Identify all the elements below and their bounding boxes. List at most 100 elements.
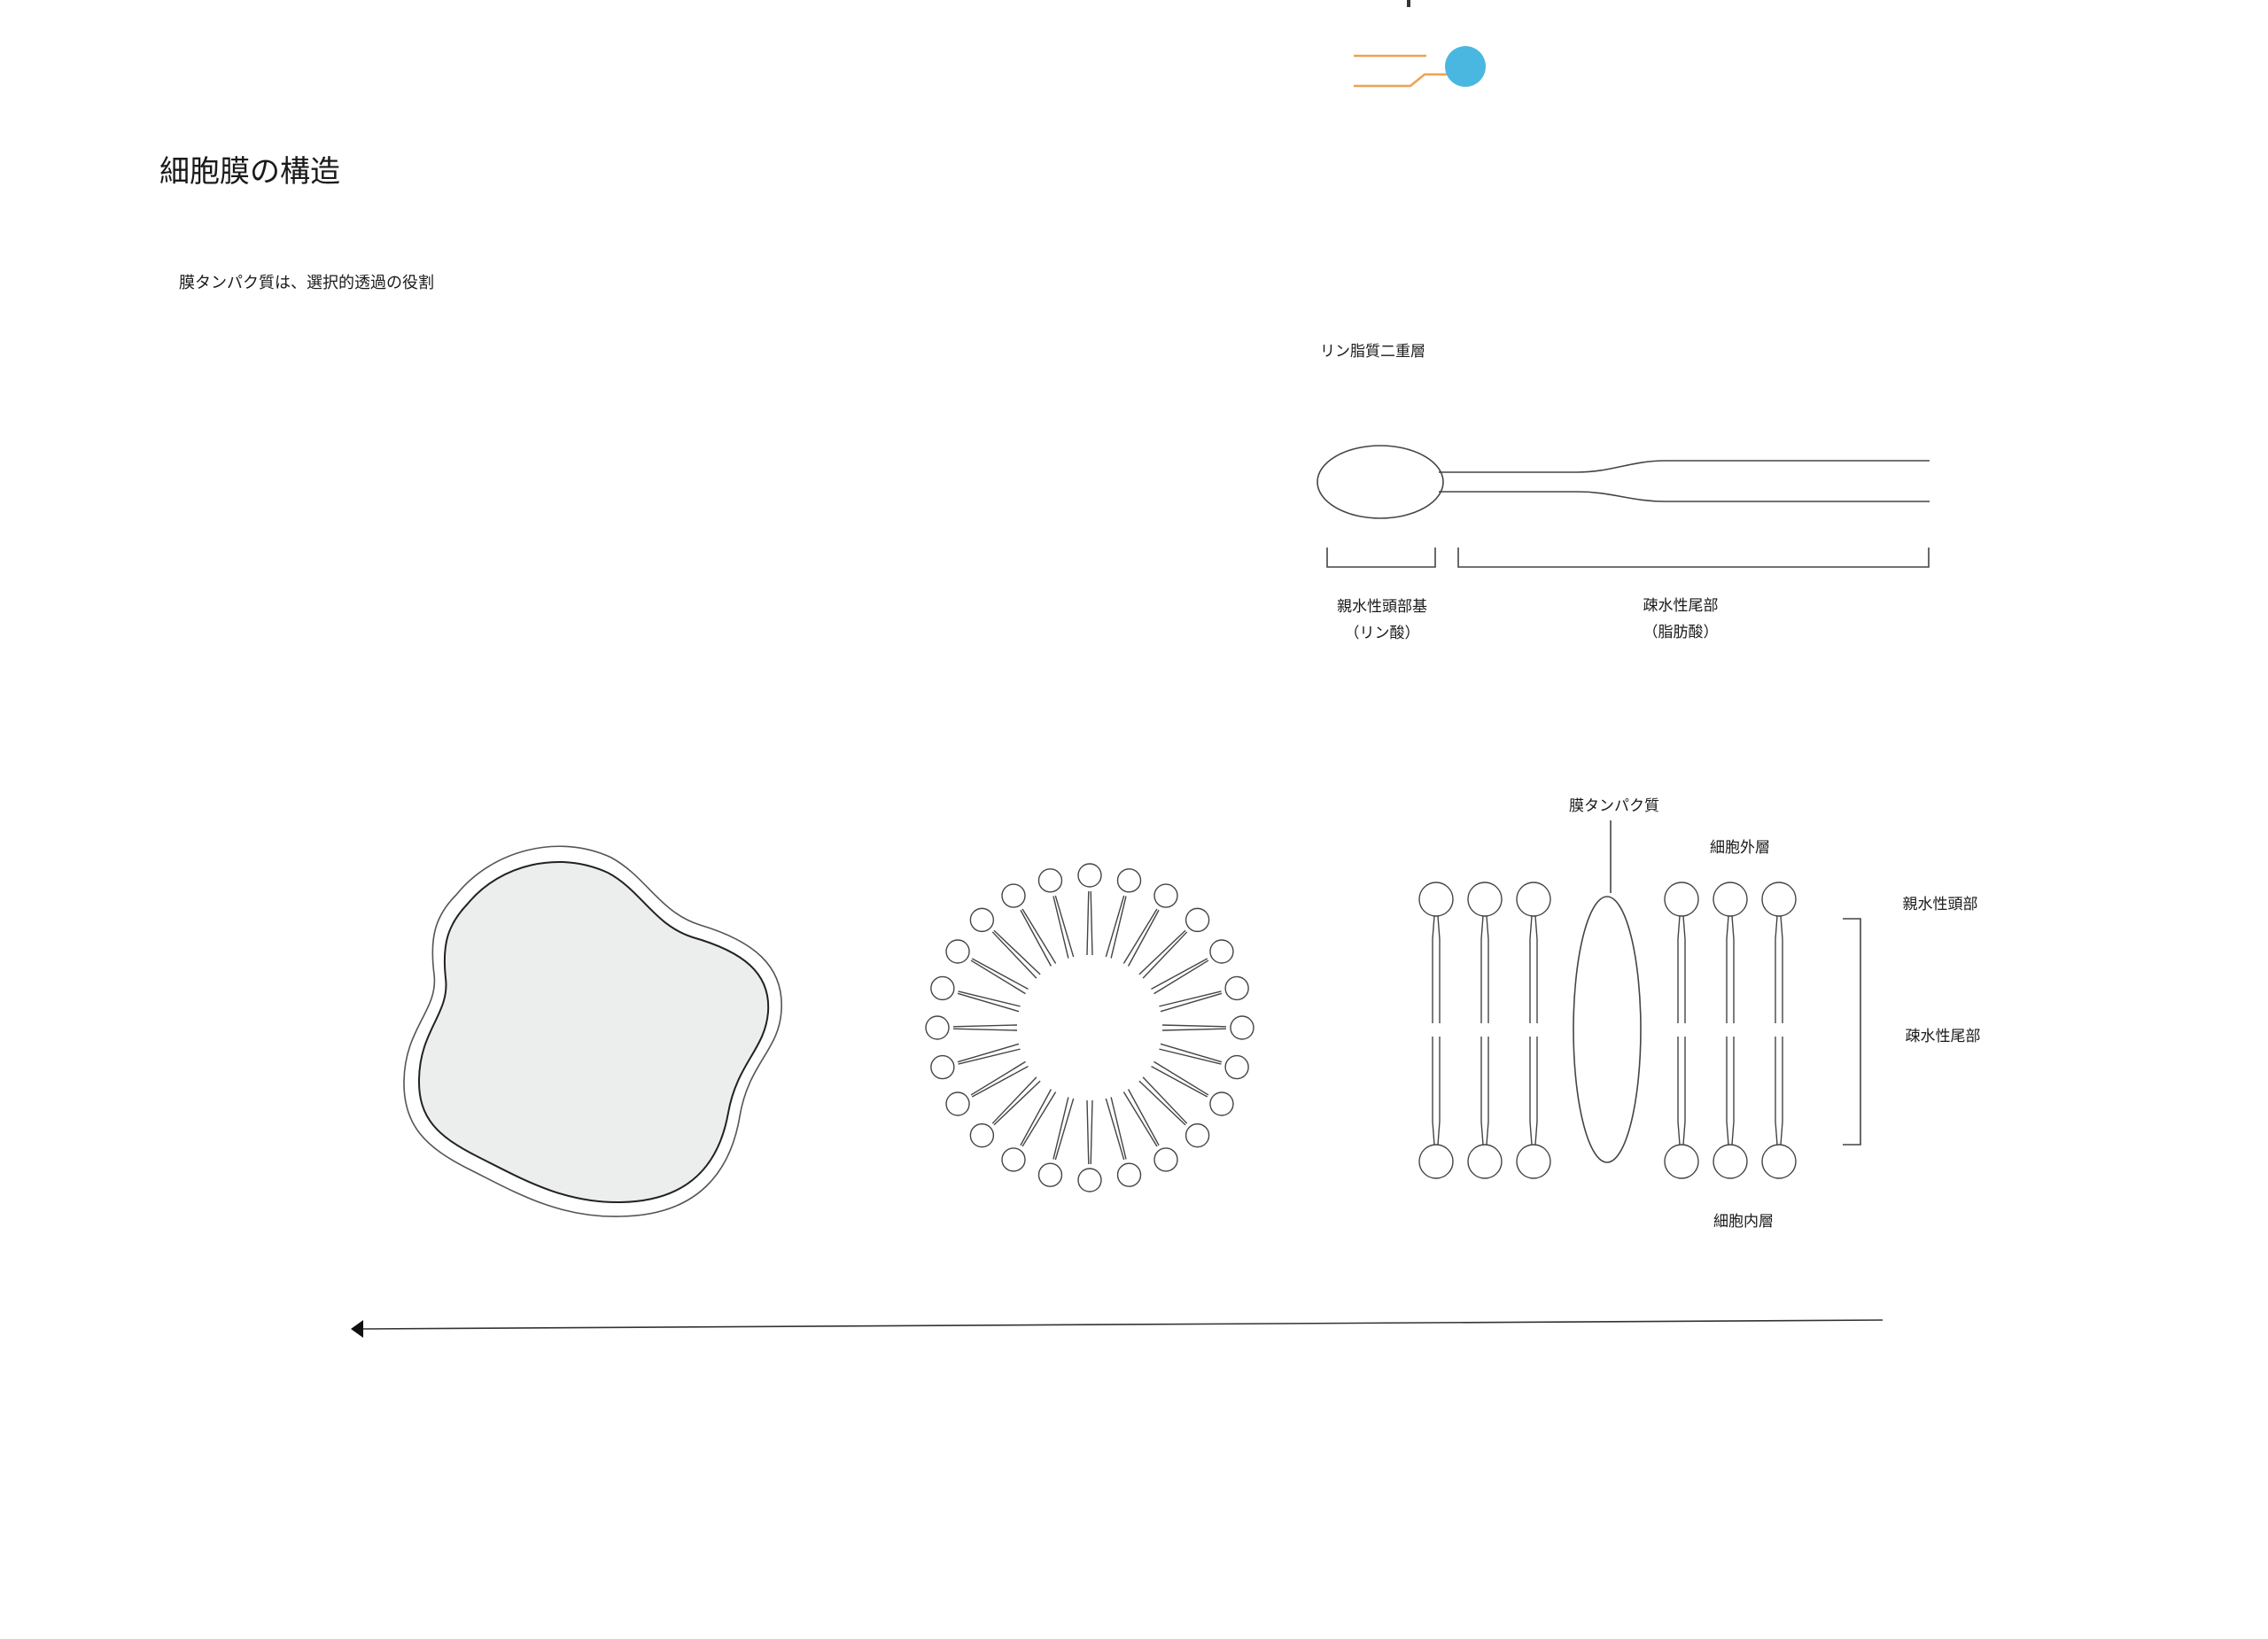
micelle-lipid-head [945,939,970,964]
micelle-lipid [1138,907,1210,979]
micelle-lipid [969,907,1041,979]
micelle-lipid-head [945,1091,970,1116]
micelle-lipid-tail [952,1028,1018,1031]
micelle-lipid-tail [958,1048,1021,1065]
micelle-lipid-tail [957,1043,1020,1063]
micelle-lipid-tail [1020,1089,1052,1146]
cell-inner-membrane [417,861,770,1204]
micelle-lipid-tail [1159,990,1222,1007]
bilayer-lipid-tail-top [1437,915,1441,1023]
bilayer-lipid-tail-top [1480,915,1484,1023]
micelle-lipid-head [1001,883,1026,908]
micelle-lipid-tail [1161,1028,1227,1031]
bilayer-lipid-tail-bottom [1726,1037,1729,1146]
micelle-lipid-tail [1153,1060,1209,1096]
bilayer-lipid-tail-bottom [1731,1037,1735,1146]
micelle-lipid-tail [1052,1097,1069,1160]
micelle-lipid-tail [1138,929,1186,975]
arrow-head [351,1320,363,1338]
micelle-lipid-head [1224,1054,1249,1080]
accent-decoration [1354,0,1486,88]
micelle-lipid-tail [1153,959,1209,995]
micelle-lipid-head [1153,883,1178,908]
bilayer-lipid-tail-bottom [1437,1037,1441,1146]
micelle-lipid-tail [1090,1099,1093,1165]
bilayer-lipid-pair [1761,882,1797,1179]
accent-dot [1445,46,1486,87]
bilayer-lipid-tail-top [1529,915,1533,1023]
micelle-lipid [1151,1060,1234,1116]
micelle-lipid [1161,1015,1254,1040]
micelle-lipid-tail [1160,1043,1223,1063]
micelle-lipid-tail [958,990,1021,1007]
micelle-lipid-tail [971,1065,1029,1098]
bilayer-lipid-tail-bottom [1780,1037,1783,1146]
bilayer-lipid-tail-top [1775,915,1778,1023]
micelle-lipid-tail [1086,1099,1090,1165]
bilayer-lipid-head-bottom [1664,1144,1699,1179]
micelle-lipid-head [1037,1162,1063,1187]
bilayer-lipid-head-bottom [1713,1144,1748,1179]
micelle-lipid-tail [1151,958,1208,990]
micelle-lipid-tail [1122,1091,1158,1147]
diagram-canvas [351,0,1930,1338]
micelle-lipid-head [930,975,955,1001]
micelle-lipid-tail [1020,909,1052,967]
micelle-lipid-head [930,1054,955,1080]
micelle-lipid [945,1060,1029,1116]
micelle-lipid-tail [1127,909,1160,967]
micelle-lipid-tail [1122,908,1158,964]
arrow-shaft [362,1319,1884,1330]
direction-arrow [351,1319,1884,1338]
micelle-lipid-tail [1105,895,1125,958]
micelle-lipid-tail [1110,896,1127,959]
micelle-lipid-tail [1159,1048,1222,1065]
micelle-illustration [925,863,1254,1192]
bilayer-lipid-tail-top [1731,915,1735,1023]
phospholipid-head [1317,445,1444,519]
bilayer-lipid-head-top [1516,882,1551,917]
micelle-lipid-tail [1142,1076,1188,1124]
bilayer-lipid-tail-top [1486,915,1489,1023]
micelle-lipid-tail [1127,1089,1160,1146]
micelle-lipid-tail [1105,1098,1125,1161]
lipid-bilayer-illustration [1418,882,1797,1179]
cell-illustration [403,845,782,1217]
bilayer-lipid-tail-bottom [1775,1037,1778,1146]
micelle-lipid-tail [1052,896,1069,959]
phospholipid-tail-upper [1439,460,1930,473]
micelle-lipid [925,1015,1018,1040]
micelle-lipid-tail [1110,1097,1127,1160]
micelle-lipid-head [1116,868,1142,893]
micelle-lipid-head [1153,1147,1178,1172]
bilayer-lipid-head-top [1761,882,1797,917]
micelle-lipid-head [1037,868,1063,893]
micelle-lipid-tail [970,1060,1026,1096]
micelle-lipid-head [1116,1162,1142,1187]
micelle-lipid-head [1209,939,1234,964]
bilayer-lipid-tail-top [1534,915,1538,1023]
bilayer-lipid-head-bottom [1516,1144,1551,1179]
bilayer-lipid-head-bottom [1761,1144,1797,1179]
micelle-lipid [1001,1089,1057,1172]
bilayer-lipid-head-top [1467,882,1503,917]
bilayer-lipid-pair [1516,882,1551,1179]
bilayer-lipid-head-top [1713,882,1748,917]
bilayer-lipid-head-bottom [1418,1144,1454,1179]
bilayer-lipid-tail-bottom [1682,1037,1686,1146]
micelle-lipid-head [969,1122,995,1148]
micelle-lipid-tail [957,992,1020,1013]
bilayer-lipid-tail-top [1677,915,1681,1023]
micelle-lipid-tail [970,959,1026,995]
micelle-lipid-head [1230,1015,1254,1040]
micelle-lipid-tail [991,931,1037,979]
micelle-lipid-head [1209,1091,1234,1116]
bilayer-lipid-pair [1713,882,1748,1179]
micelle-lipid [1122,883,1178,967]
micelle-lipid [945,939,1029,995]
bilayer-lipid-tail-top [1432,915,1435,1023]
micelle-lipid-tail [1086,890,1090,956]
micelle-lipid-head [1077,1168,1102,1192]
micelle-lipid-tail [1021,1091,1057,1147]
micelle-lipid-head [1077,863,1102,888]
